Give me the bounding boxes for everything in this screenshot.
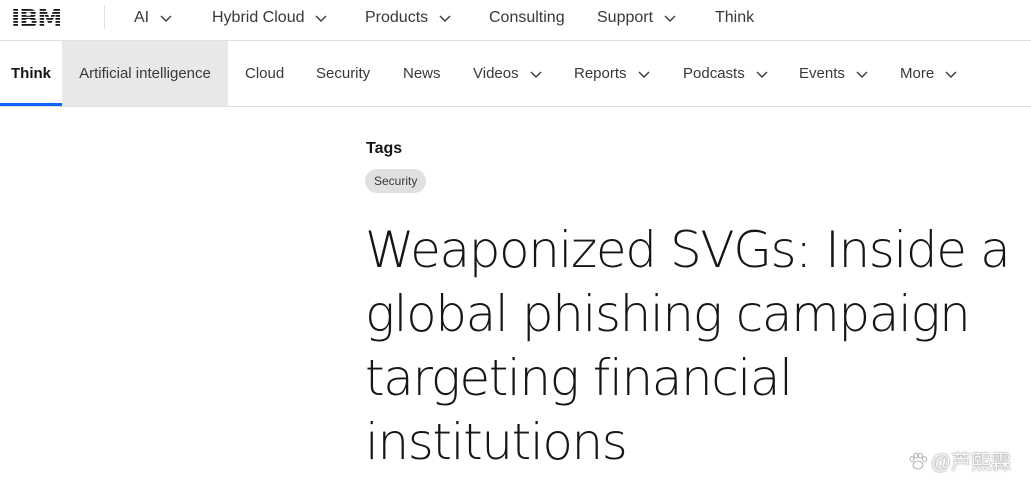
nav-ai[interactable]: AI	[134, 0, 173, 36]
subnav-item-podcasts[interactable]: Podcasts	[683, 41, 769, 106]
nav-products[interactable]: Products	[365, 0, 452, 36]
chevron-down-icon	[663, 11, 677, 25]
nav-think-label: Think	[715, 9, 755, 26]
logo-divider	[104, 5, 105, 29]
nav-think[interactable]: Think	[715, 0, 754, 36]
subnav-item-label: Security	[316, 65, 371, 82]
chevron-down-icon	[944, 67, 958, 81]
nav-products-label: Products	[365, 9, 429, 26]
subnav-item-label: Cloud	[245, 65, 285, 82]
subnav-item-label: News	[403, 65, 441, 82]
subnav-item-label: Events	[799, 65, 845, 82]
subnav-item-think[interactable]: Think	[0, 41, 62, 106]
nav-consulting-label: Consulting	[489, 9, 565, 26]
masthead: IBM AI Hybrid Cloud Products Consulting …	[0, 0, 1031, 41]
ibm-logo[interactable]: IBM	[11, 6, 69, 28]
subnav-item-label: More	[900, 65, 935, 82]
chevron-down-icon	[755, 67, 769, 81]
tags-heading: Tags	[366, 140, 403, 157]
subnav-item-more[interactable]: More	[900, 41, 958, 106]
nav-support-label: Support	[597, 9, 654, 26]
nav-support[interactable]: Support	[597, 0, 677, 36]
chevron-down-icon	[637, 67, 651, 81]
svg-text:IBM: IBM	[11, 6, 61, 28]
subnav-item-label: Think	[11, 65, 51, 82]
chevron-down-icon	[159, 11, 173, 25]
chevron-down-icon	[438, 11, 452, 25]
nav-ai-label: AI	[134, 9, 150, 26]
chevron-down-icon	[314, 11, 328, 25]
secondary-nav: Think Artificial intelligence Cloud Secu…	[0, 41, 1031, 107]
subnav-item-reports[interactable]: Reports	[574, 41, 651, 106]
article-title: Weaponized SVGs: Inside a global phishin…	[365, 221, 1011, 471]
subnav-item-artificial-intelligence[interactable]: Artificial intelligence	[62, 41, 228, 106]
nav-hybrid-cloud-label: Hybrid Cloud	[212, 9, 305, 26]
tag-chip-security[interactable]: Security	[365, 169, 427, 193]
subnav-item-security[interactable]: Security	[316, 41, 370, 106]
subnav-item-events[interactable]: Events	[799, 41, 869, 106]
watermark-text: @芦熙霖	[930, 452, 1011, 474]
subnav-item-videos[interactable]: Videos	[473, 41, 543, 106]
subnav-item-cloud[interactable]: Cloud	[245, 41, 284, 106]
ibm-logo-icon: IBM	[11, 6, 62, 28]
subnav-item-label: Videos	[473, 65, 519, 82]
watermark: @芦熙霖	[907, 446, 1011, 475]
nav-consulting[interactable]: Consulting	[489, 0, 565, 36]
chevron-down-icon	[529, 67, 543, 81]
nav-hybrid-cloud[interactable]: Hybrid Cloud	[212, 0, 328, 36]
subnav-item-label: Podcasts	[683, 65, 745, 82]
subnav-item-label: Reports	[574, 65, 627, 82]
paw-icon	[907, 450, 929, 472]
chevron-down-icon	[855, 67, 869, 81]
subnav-item-news[interactable]: News	[403, 41, 441, 106]
subnav-item-label: Artificial intelligence	[79, 65, 211, 82]
